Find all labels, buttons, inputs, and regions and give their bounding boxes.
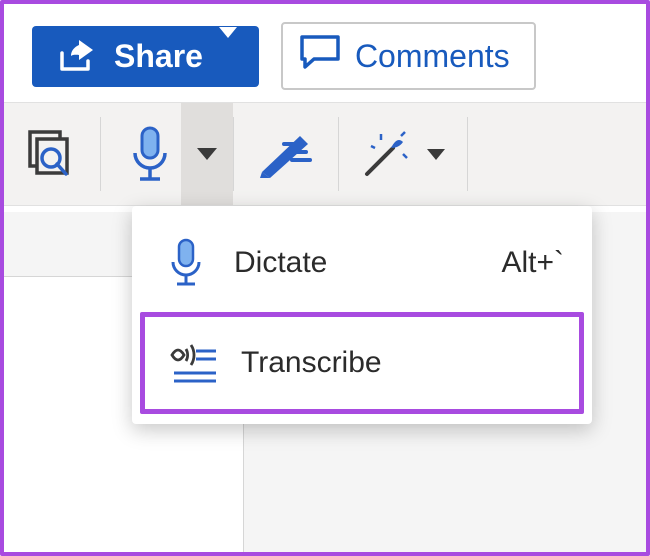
chevron-down-icon [197,148,217,160]
comments-button[interactable]: Comments [281,22,536,90]
app-window: Share Comments [0,0,650,556]
microphone-icon [160,238,212,288]
dictate-dropdown-button[interactable] [181,103,233,205]
transcribe-icon [167,341,219,385]
separator [467,117,468,191]
reuse-files-button[interactable] [4,103,100,205]
comments-label: Comments [355,38,510,75]
pen-icon [256,128,316,180]
menu-item-dictate[interactable]: Dictate Alt+` [138,214,586,312]
share-button[interactable]: Share [32,26,259,87]
share-icon [50,39,102,73]
wand-icon [361,128,409,180]
editor-button[interactable] [234,103,338,205]
chevron-down-icon [427,149,445,160]
menu-item-transcribe[interactable]: Transcribe [140,312,584,414]
dictate-dropdown-menu: Dictate Alt+` Transcribe [132,206,592,424]
reuse-files-icon [26,128,78,180]
designer-split-button[interactable] [339,103,467,205]
comment-icon [299,34,341,78]
microphone-icon [129,125,171,183]
menu-label: Transcribe [241,346,382,380]
dictate-button[interactable] [101,103,181,205]
share-label: Share [114,38,203,75]
chevron-down-icon [219,38,237,75]
ribbon-toolbar [4,102,646,206]
menu-label: Dictate [234,246,327,280]
menu-shortcut: Alt+` [501,246,564,280]
title-actions-row: Share Comments [4,4,646,102]
